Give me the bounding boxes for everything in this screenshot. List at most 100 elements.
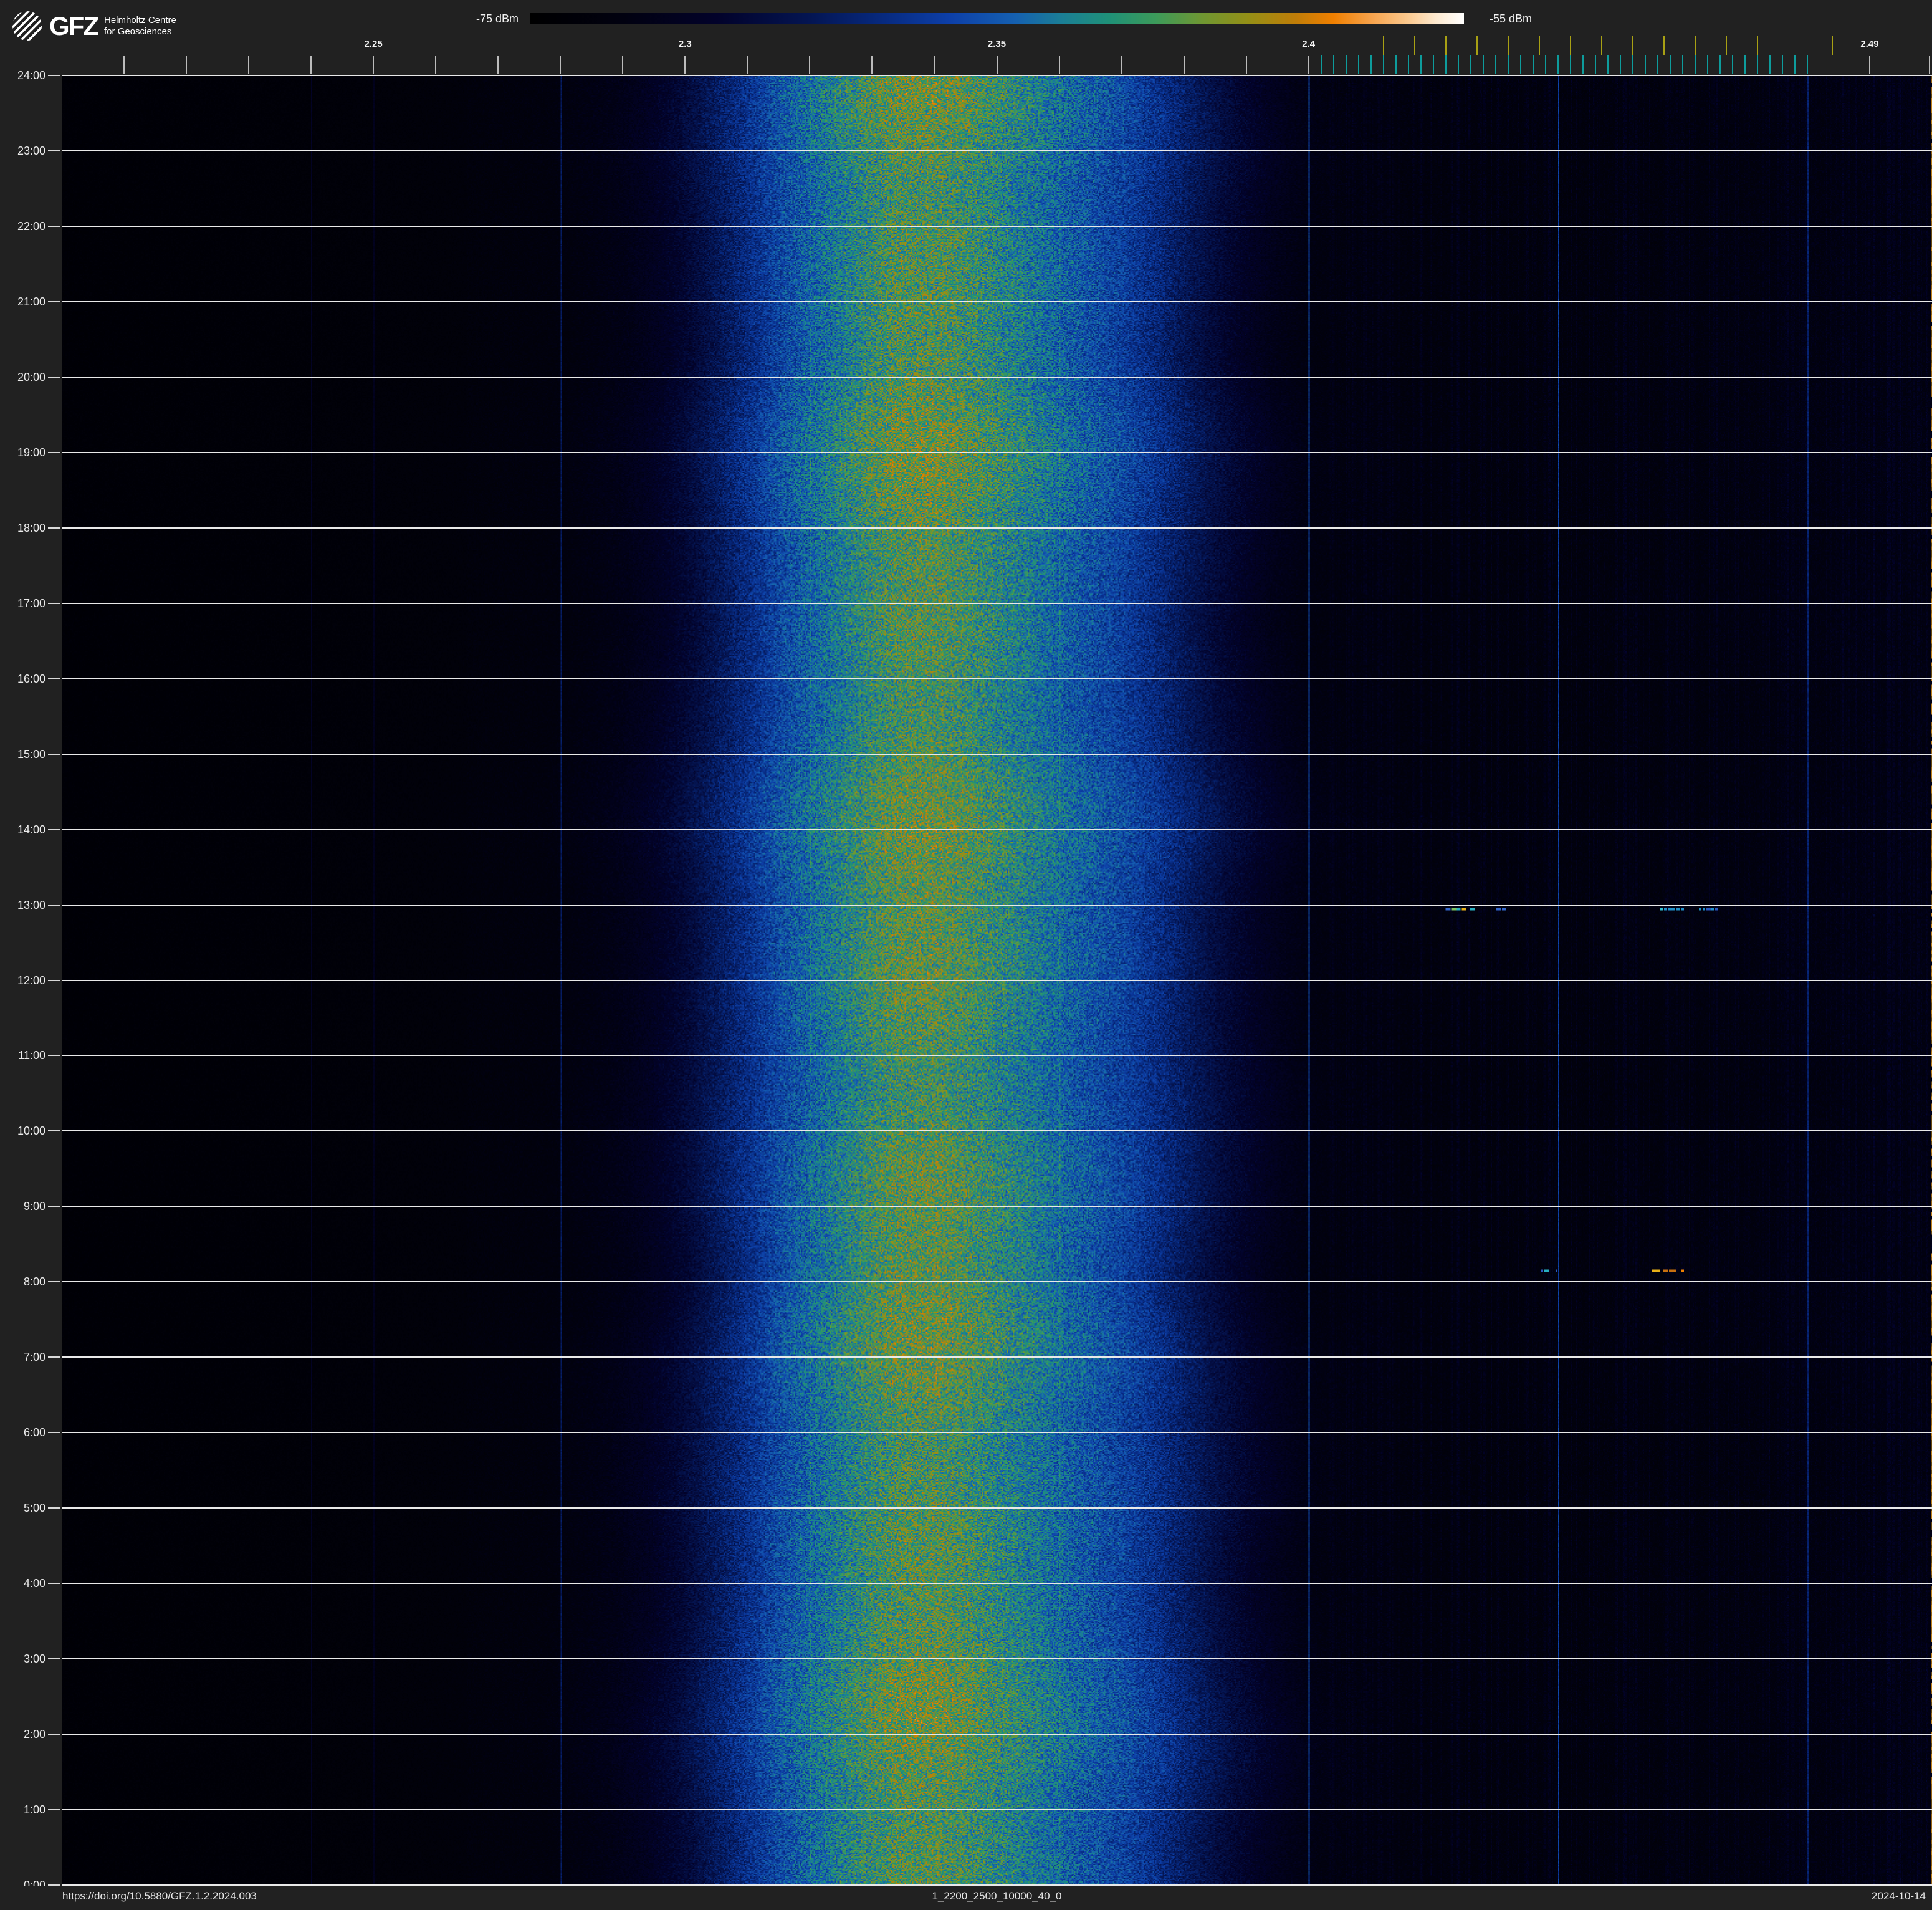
freq-tick-minor [1121, 56, 1122, 74]
hour-tick [48, 904, 60, 906]
hour-tick [48, 1583, 60, 1585]
hour-tick [48, 1432, 60, 1434]
time-label: 20:00 [17, 370, 45, 383]
hour-gridline [62, 376, 1932, 378]
hour-gridline [62, 1281, 1932, 1283]
hour-tick [48, 1658, 60, 1660]
freq-tick-ble-channel [1607, 55, 1609, 74]
hour-tick [48, 1206, 60, 1207]
time-label: 9:00 [23, 1200, 45, 1213]
freq-tick-wifi-channel [1756, 36, 1758, 55]
freq-tick-ble-channel [1470, 55, 1471, 74]
freq-tick-ble-channel [1420, 55, 1422, 74]
freq-tick-minor [622, 56, 624, 74]
time-label: 8:00 [23, 1275, 45, 1289]
freq-tick-minor [1928, 56, 1930, 74]
gfz-subtitle-line1: Helmholtz Centre [103, 15, 176, 26]
freq-tick-ble-channel [1457, 55, 1459, 74]
gfz-subtitle-line2: for Geosciences [103, 26, 172, 37]
freq-tick-wifi-channel [1476, 36, 1478, 55]
freq-axis-label: 2.3 [678, 39, 692, 49]
hour-tick [48, 1809, 60, 1811]
hour-gridline [62, 602, 1932, 604]
hour-gridline [62, 1809, 1932, 1811]
freq-axis-label: 2.35 [987, 39, 1007, 49]
freq-tick-ble-channel [1694, 55, 1696, 74]
time-label: 2:00 [23, 1728, 45, 1741]
hour-gridline [62, 75, 1932, 76]
freq-tick-ble-channel [1706, 55, 1708, 74]
freq-tick-minor [123, 56, 125, 74]
time-label: 5:00 [23, 1502, 45, 1515]
freq-tick-minor [871, 56, 873, 74]
freq-tick-minor [684, 56, 686, 74]
time-label: 6:00 [23, 1426, 45, 1439]
freq-axis-label: 2.4 [1302, 39, 1316, 49]
time-label: 10:00 [17, 1125, 45, 1138]
freq-tick-ble-channel [1494, 55, 1496, 74]
freq-tick-wifi-channel [1694, 36, 1696, 55]
freq-tick-minor [1058, 56, 1060, 74]
freq-tick-minor [1245, 56, 1247, 74]
colorbar-gradient [530, 13, 1464, 24]
hour-tick [48, 828, 60, 830]
freq-tick-ble-channel [1569, 55, 1571, 74]
freq-tick-minor [1308, 56, 1309, 74]
spectrogram-report: GFZ Helmholtz Centre for Geosciences -75… [0, 0, 1932, 1910]
time-label: 7:00 [23, 1351, 45, 1364]
hour-gridline [62, 1356, 1932, 1358]
freq-tick-ble-channel [1582, 55, 1584, 74]
hour-gridline [62, 828, 1932, 830]
hour-gridline [62, 150, 1932, 151]
time-label: 16:00 [17, 672, 45, 685]
freq-tick-ble-channel [1382, 55, 1384, 74]
freq-axis-label: 2.49 [1860, 39, 1879, 49]
freq-tick-minor [310, 56, 312, 74]
time-label: 11:00 [18, 1049, 45, 1062]
freq-tick-ble-channel [1320, 55, 1322, 74]
hour-tick [48, 451, 60, 453]
freq-tick-ble-channel [1669, 55, 1671, 74]
freq-tick-wifi-channel [1569, 36, 1571, 55]
time-label: 12:00 [17, 974, 45, 987]
time-label: 18:00 [17, 521, 45, 534]
freq-tick-ble-channel [1644, 55, 1646, 74]
hour-gridline [62, 1507, 1932, 1509]
freq-tick-minor [934, 56, 935, 74]
hour-tick [48, 150, 60, 151]
freq-tick-wifi-channel [1663, 36, 1665, 55]
freq-tick-ble-channel [1332, 55, 1334, 74]
time-label: 14:00 [17, 823, 45, 836]
date-label: 2024-10-14 [1872, 1890, 1926, 1902]
hour-tick [48, 1734, 60, 1735]
hour-tick [48, 1356, 60, 1358]
freq-tick-ble-channel [1632, 55, 1633, 74]
hour-tick [48, 678, 60, 679]
freq-tick-ble-channel [1794, 55, 1796, 74]
freq-tick-minor [996, 56, 998, 74]
freq-tick-minor [1868, 56, 1870, 74]
freq-tick-minor [497, 56, 499, 74]
hour-tick [48, 1281, 60, 1283]
freq-tick-minor [560, 56, 562, 74]
freq-tick-ble-channel [1532, 55, 1534, 74]
freq-tick-ble-channel [1619, 55, 1621, 74]
freq-tick-wifi-channel [1632, 36, 1633, 55]
freq-tick-ble-channel [1357, 55, 1359, 74]
freq-tick-ble-channel [1744, 55, 1746, 74]
hour-gridline [62, 753, 1932, 755]
hour-tick [48, 1130, 60, 1132]
hour-gridline [62, 1432, 1932, 1434]
time-label: 22:00 [17, 219, 45, 233]
time-label: 1:00 [23, 1803, 45, 1816]
freq-tick-minor [186, 56, 188, 74]
freq-tick-wifi-channel [1382, 36, 1384, 55]
freq-tick-ble-channel [1345, 55, 1347, 74]
hour-tick [48, 979, 60, 981]
freq-tick-wifi-channel [1600, 36, 1602, 55]
freq-tick-ble-channel [1781, 55, 1783, 74]
freq-tick-ble-channel [1445, 55, 1447, 74]
freq-tick-ble-channel [1594, 55, 1596, 74]
colorbar-min-label: -75 dBm [476, 12, 519, 25]
hour-gridline [62, 451, 1932, 453]
